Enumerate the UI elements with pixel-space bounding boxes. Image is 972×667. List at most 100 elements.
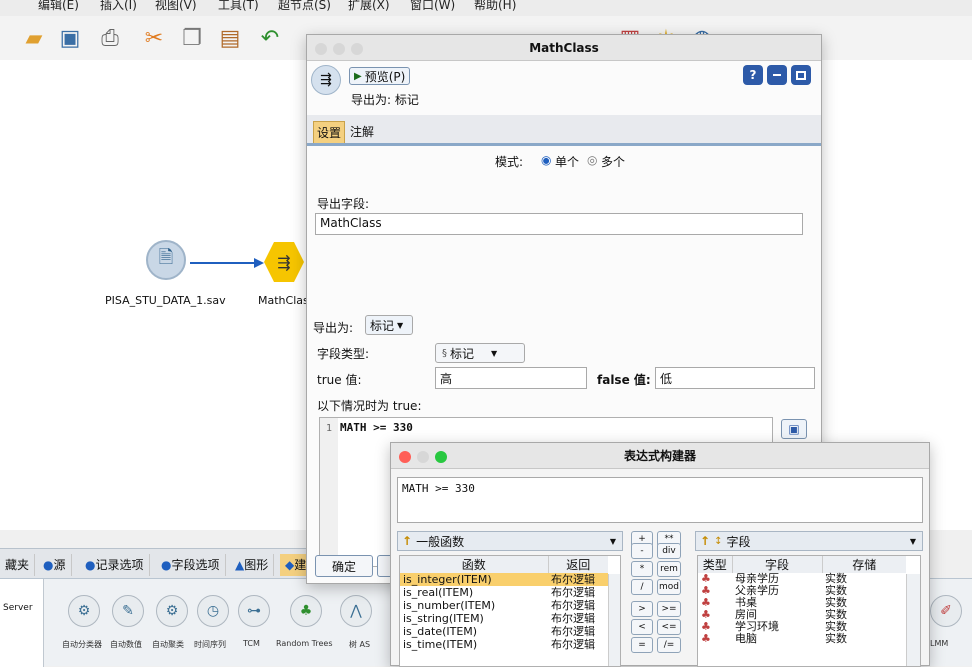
derive-field-input[interactable]: MathClass (315, 213, 803, 235)
operator-button[interactable]: * (631, 561, 653, 577)
operator-button[interactable]: > (631, 601, 653, 617)
close-light-icon[interactable] (399, 451, 411, 463)
random-trees-node[interactable]: ♣ (290, 595, 322, 627)
function-row[interactable]: is_time(ITEM) 布尔逻辑 (400, 638, 608, 651)
maximize-icon[interactable] (791, 65, 811, 85)
function-list[interactable]: 函数 返回 is_integer(ITEM) 布尔逻辑 is_real(ITEM)… (399, 555, 621, 667)
expression-builder-titlebar[interactable]: 表达式构建器 (391, 443, 929, 469)
operator-button[interactable]: - (631, 543, 653, 559)
menu-supernode[interactable]: 超节点(S) (278, 0, 331, 13)
menu-help[interactable]: 帮助(H) (474, 0, 516, 13)
palette-label-random-trees: Random Trees (276, 639, 333, 648)
function-row[interactable]: is_integer(ITEM) 布尔逻辑 (400, 573, 608, 586)
tab-sources[interactable]: ●源 (38, 554, 72, 576)
open-folder-icon[interactable]: ▰ (20, 24, 48, 52)
source-node[interactable]: 🗎 (146, 240, 186, 280)
tcm-node[interactable]: ⊶ (238, 595, 270, 627)
minimize-light-icon[interactable] (417, 451, 429, 463)
minimize-light-icon[interactable] (333, 43, 345, 55)
operator-button[interactable]: div (657, 543, 681, 559)
return-col-header[interactable]: 返回 (548, 556, 608, 573)
zoom-light-icon[interactable] (435, 451, 447, 463)
minimize-icon[interactable] (767, 65, 787, 85)
save-icon[interactable]: ▣ (56, 24, 84, 52)
function-row[interactable]: is_date(ITEM) 布尔逻辑 (400, 625, 608, 638)
help-icon[interactable]: ? (743, 65, 763, 85)
function-col-header[interactable]: 函数 (400, 556, 549, 573)
expression-textarea[interactable]: MATH >= 330 (397, 477, 923, 523)
menu-view[interactable]: 视图(V) (155, 0, 197, 13)
expression-text: MATH >= 330 (402, 482, 475, 495)
field-col-header[interactable]: 字段 (732, 556, 823, 573)
operator-button[interactable]: >= (657, 601, 681, 617)
operator-button[interactable]: mod (657, 579, 681, 595)
undo-icon[interactable]: ↶ (256, 24, 284, 52)
operator-button[interactable]: / (631, 579, 653, 595)
field-list[interactable]: 类型 字段 存储 ♣ 母亲学历 实数 ♣ 父亲学历 实数 ♣ 书桌 实数 ♣ 房间 实数 ♣ 学习… (697, 555, 921, 667)
tab-graphs[interactable]: ▲图形 (230, 554, 275, 576)
operator-button[interactable]: < (631, 619, 653, 635)
server-label[interactable]: Server (3, 603, 33, 613)
operator-button[interactable]: rem (657, 561, 681, 577)
tab-annotations[interactable]: 注解 (347, 121, 377, 142)
function-category-select[interactable]: ↑ 一般函数 ▼ (397, 531, 623, 551)
paste-icon[interactable]: ▤ (216, 24, 244, 52)
auto-cluster-node[interactable]: ⚙ (156, 595, 188, 627)
type-col-header[interactable]: 类型 (698, 556, 733, 573)
palette-label-time-series: 时间序列 (194, 640, 226, 649)
tab-favorites[interactable]: 藏夹 (0, 554, 36, 576)
menu-edit[interactable]: 编辑(E) (38, 0, 79, 13)
operator-button[interactable]: = (631, 637, 653, 653)
auto-numeric-node[interactable]: ✎ (112, 595, 144, 627)
function-row[interactable]: is_real(ITEM) 布尔逻辑 (400, 586, 608, 599)
function-row[interactable]: is_number(ITEM) 布尔逻辑 (400, 599, 608, 612)
false-value-input[interactable]: 低 (655, 367, 815, 389)
menu-window[interactable]: 窗口(W) (410, 0, 455, 13)
field-row[interactable]: ♣ 书桌 实数 (698, 597, 906, 609)
tab-record-ops[interactable]: ●记录选项 (80, 554, 150, 576)
menu-tools[interactable]: 工具(T) (218, 0, 259, 13)
lmm-node[interactable]: ✐ (930, 595, 962, 627)
chevron-down-icon: ▼ (397, 320, 404, 330)
field-storage: 实数 (825, 632, 847, 645)
field-row[interactable]: ♣ 父亲学历 实数 (698, 585, 906, 597)
field-row[interactable]: ♣ 电脑 实数 (698, 633, 906, 645)
nominal-type-icon: ♣ (701, 632, 711, 645)
preview-button[interactable]: ▶ 预览(P) (349, 67, 411, 85)
auto-classifier-node[interactable]: ⚙ (68, 595, 100, 627)
true-value-input[interactable]: 高 (435, 367, 587, 389)
storage-col-header[interactable]: 存储 (822, 556, 906, 573)
palette-label-tree-as: 树 AS (349, 640, 371, 649)
time-series-node[interactable]: ◷ (197, 595, 229, 627)
expression-builder-button[interactable]: ▣ (781, 419, 807, 439)
function-name: is_date(ITEM) (403, 625, 478, 638)
menu-insert[interactable]: 插入(I) (100, 0, 137, 13)
derive-dialog-titlebar[interactable]: MathClass (307, 35, 821, 61)
triangle-icon: ▲ (235, 558, 245, 572)
field-row[interactable]: ♣ 房间 实数 (698, 609, 906, 621)
radio-single-icon[interactable]: ◉ (541, 153, 551, 167)
field-list-scrollbar[interactable] (906, 574, 920, 666)
field-row[interactable]: ♣ 学习环境 实数 (698, 621, 906, 633)
menu-extensions[interactable]: 扩展(X) (348, 0, 390, 13)
tab-settings[interactable]: 设置 (313, 121, 346, 144)
tree-as-node[interactable]: ⋀ (340, 595, 372, 627)
close-light-icon[interactable] (315, 43, 327, 55)
operator-button[interactable]: <= (657, 619, 681, 635)
ok-button[interactable]: 确定 (315, 555, 373, 577)
function-row[interactable]: is_string(ITEM) 布尔逻辑 (400, 612, 608, 625)
operator-button[interactable]: /= (657, 637, 681, 653)
field-source-select[interactable]: ↑ ↕ 字段 ▼ (695, 531, 923, 551)
derive-as-select[interactable]: 标记 ▼ (365, 315, 413, 335)
radio-multi-icon[interactable]: ◎ (587, 153, 597, 167)
cut-icon[interactable]: ✂ (140, 24, 168, 52)
function-list-scrollbar[interactable] (608, 574, 620, 666)
print-icon[interactable]: ⎙ (96, 24, 124, 52)
tab-field-ops[interactable]: ●字段选项 (156, 554, 226, 576)
derive-node[interactable]: ⇶ (264, 242, 304, 282)
expression-builder-title: 表达式构建器 (623, 449, 696, 463)
field-type-select[interactable]: § 标记 ▼ (435, 343, 525, 363)
zoom-light-icon[interactable] (351, 43, 363, 55)
field-row[interactable]: ♣ 母亲学历 实数 (698, 573, 906, 585)
copy-icon[interactable]: ❐ (178, 24, 206, 52)
